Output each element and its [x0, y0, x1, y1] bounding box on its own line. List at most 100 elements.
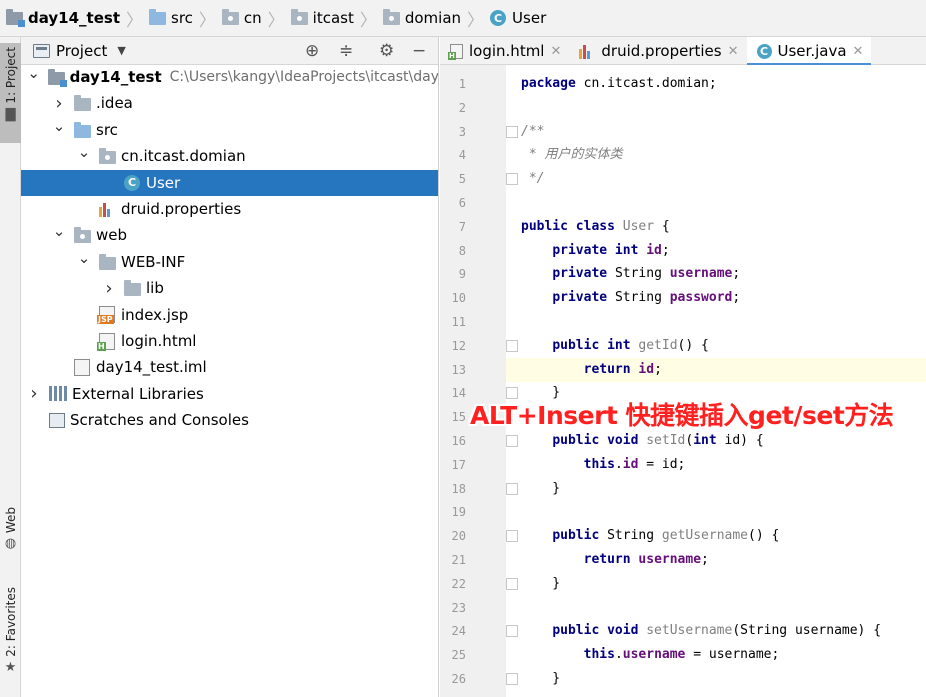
chevron-down-icon[interactable]: ▼: [117, 44, 125, 57]
fold-marker-icon[interactable]: [506, 482, 518, 495]
fold-marker-icon[interactable]: [506, 125, 518, 138]
code-line: private int id;: [552, 242, 670, 258]
hide-panel-icon[interactable]: −: [412, 41, 426, 61]
close-icon[interactable]: ✕: [550, 44, 561, 59]
code-line: public void setUsername(String username)…: [552, 623, 882, 639]
line-number: 24: [451, 624, 466, 639]
tree-item--idea[interactable]: › .idea: [21, 90, 438, 116]
chevron-down-icon[interactable]: ⌄: [27, 64, 40, 82]
folder-icon: [74, 95, 91, 112]
line-number: 20: [451, 529, 466, 544]
tree-item-scratches-and-consoles[interactable]: ›Scratches and Consoles: [21, 407, 438, 433]
fold-marker-icon[interactable]: [506, 173, 518, 186]
code-line: package cn.itcast.domian;: [521, 76, 717, 91]
close-icon[interactable]: ✕: [728, 44, 739, 59]
project-path: C:\Users\kangy\IdeaProjects\itcast\day: [169, 69, 439, 85]
line-number: 2: [458, 100, 466, 115]
jsp-file-icon: JSP: [97, 306, 115, 325]
tab-login-html[interactable]: Hlogin.html ✕: [440, 37, 569, 65]
code-line: }: [521, 480, 561, 496]
java-class-icon: C: [756, 43, 772, 59]
web-tool-tab[interactable]: Web ◍: [0, 507, 21, 565]
tab-label: User.java: [777, 42, 847, 60]
line-number: 6: [458, 196, 466, 210]
line-number: 12: [451, 338, 466, 353]
tree-item-day14-test-iml[interactable]: ›day14_test.iml: [21, 354, 438, 380]
tree-item-index-jsp[interactable]: ›JSPindex.jsp: [21, 302, 438, 328]
tree-item-src[interactable]: ⌄ src: [21, 117, 438, 143]
module-folder-icon: [48, 69, 67, 87]
chevron-right-icon[interactable]: ›: [52, 93, 66, 114]
tab-user-java[interactable]: C User.java ✕: [746, 37, 872, 66]
breadcrumb-item-cn[interactable]: cn: [221, 8, 262, 27]
tree-item-user[interactable]: ›CUser: [21, 169, 438, 196]
tree-item-druid-properties[interactable]: ›druid.properties: [21, 196, 438, 222]
fold-marker-icon[interactable]: [506, 625, 518, 638]
code-line: this.id = id;: [583, 456, 686, 472]
line-number: 17: [451, 457, 466, 472]
code-line: public String getUsername() {: [552, 528, 780, 544]
web-folder-icon: [74, 227, 91, 244]
tree-item-cn-itcast-domian[interactable]: ⌄ cn.itcast.domian: [21, 143, 438, 169]
globe-icon: ◍: [4, 536, 17, 552]
project-tool-tab[interactable]: 1: Project ▇: [0, 43, 21, 143]
iml-file-icon: [74, 358, 90, 376]
jsp-badge: JSP: [97, 315, 114, 325]
line-number: 13: [451, 362, 466, 377]
chevron-down-icon[interactable]: ⌄: [52, 222, 66, 240]
code-line: * 用户的实体类: [521, 147, 623, 163]
code-line: public class User {: [521, 218, 670, 234]
line-number: 14: [451, 386, 466, 401]
line-number: 23: [451, 600, 466, 615]
code-line: }: [521, 575, 561, 591]
line-number: 16: [451, 434, 466, 448]
folder-icon: ▇: [5, 106, 16, 122]
folder-icon: [124, 280, 141, 297]
code-line: public void setId(int id) {: [552, 433, 764, 448]
code-editor[interactable]: 1 2 3 4 5 6 7 8 9 10 11 12 13 14 15 16 17 18 19 20 21 22 23 24 2…: [440, 65, 926, 697]
chevron-down-icon[interactable]: ⌄: [52, 117, 66, 135]
code-line: */: [521, 171, 545, 187]
favorites-tool-tab[interactable]: 2: Favorites ★: [0, 587, 21, 687]
tree-item-lib[interactable]: › lib: [21, 275, 438, 301]
line-number: 5: [458, 172, 466, 187]
chevron-down-icon[interactable]: ⌄: [77, 143, 91, 161]
code-line: /**: [521, 123, 545, 139]
code-line: return id;: [583, 361, 662, 377]
close-icon[interactable]: ✕: [853, 44, 864, 59]
project-view-selector[interactable]: Project: [56, 42, 107, 60]
tree-item-label: druid.properties: [121, 200, 242, 218]
chevron-right-icon[interactable]: ›: [102, 278, 116, 299]
chevron-down-icon[interactable]: ⌄: [77, 249, 91, 267]
chevron-right-icon[interactable]: ›: [27, 383, 41, 404]
line-number: 26: [451, 672, 466, 686]
tree-item-login-html[interactable]: ›Hlogin.html: [21, 328, 438, 354]
tree-item-external-libraries[interactable]: › External Libraries: [21, 381, 438, 407]
breadcrumb-item-day14-test[interactable]: day14_test: [6, 8, 120, 27]
fold-marker-icon[interactable]: [506, 530, 518, 543]
breadcrumb-item-itcast[interactable]: itcast: [290, 8, 354, 27]
fold-marker-icon[interactable]: [506, 673, 518, 685]
breadcrumb-item-src[interactable]: src: [149, 8, 193, 27]
tab-druid-properties[interactable]: druid.properties ✕: [569, 37, 746, 65]
source-folder-icon: [74, 121, 91, 138]
tree-item-label: External Libraries: [72, 384, 204, 403]
breadcrumb-item-user[interactable]: C User: [490, 9, 546, 27]
line-number: 15: [451, 410, 466, 425]
line-number: 1: [458, 77, 466, 91]
fold-marker-icon[interactable]: [506, 339, 518, 352]
breadcrumb-item-domian[interactable]: domian: [382, 8, 461, 27]
line-number: 18: [451, 481, 466, 496]
tree-item-label: WEB-INF: [121, 252, 186, 271]
tree-item-web-inf[interactable]: ⌄ WEB-INF: [21, 249, 438, 275]
collapse-all-icon[interactable]: ≑: [339, 41, 353, 61]
tree-item-day14-test[interactable]: ⌄ day14_test C:\Users\kangy\IdeaProjects\i…: [21, 64, 439, 90]
fold-marker-icon[interactable]: [506, 435, 518, 447]
scratches-icon: [49, 412, 65, 428]
gear-icon[interactable]: ⚙: [379, 41, 394, 61]
annotation-overlay-text: ALT+Insert 快捷键插入get/set方法: [470, 401, 894, 430]
code-line: return username;: [583, 552, 709, 567]
fold-marker-icon[interactable]: [506, 577, 518, 590]
locate-icon[interactable]: ⊕: [305, 41, 319, 61]
tree-item-web[interactable]: ⌄ web: [21, 222, 438, 248]
